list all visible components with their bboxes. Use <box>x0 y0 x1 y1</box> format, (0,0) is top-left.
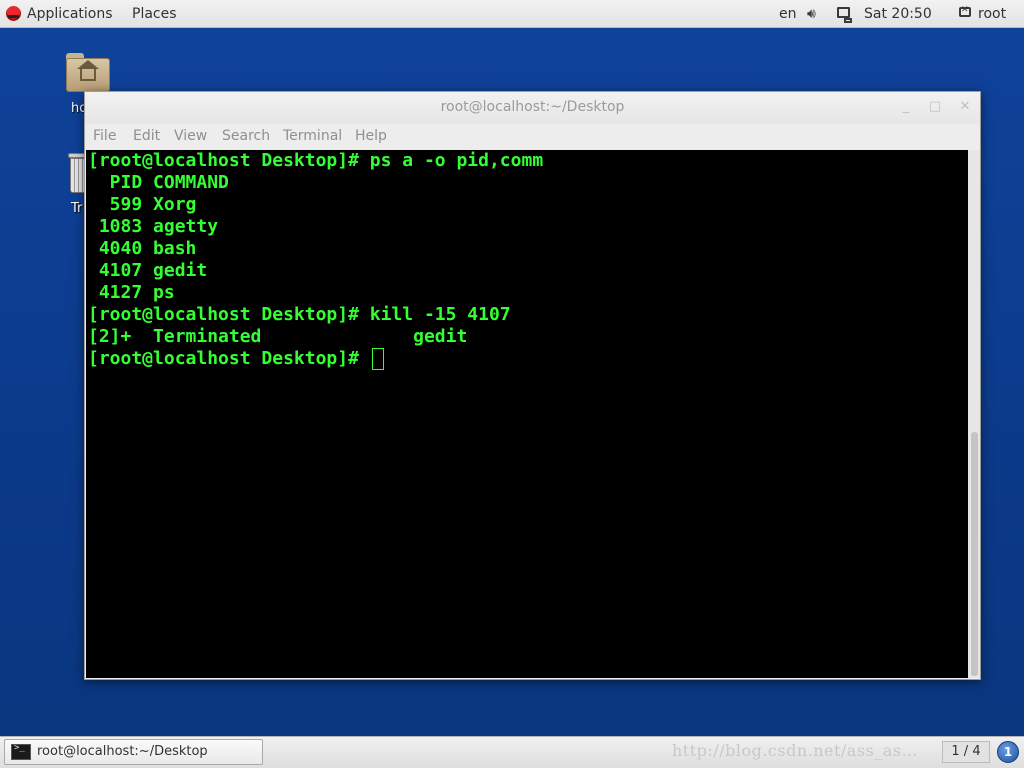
network-icon[interactable] <box>837 7 852 23</box>
close-icon[interactable]: ✕ <box>956 98 974 116</box>
terminal-line: PID COMMAND <box>88 172 229 193</box>
terminal-window[interactable]: root@localhost:~/Desktop _ □ ✕ File Edit… <box>84 91 981 680</box>
terminal-scrollbar[interactable] <box>968 150 980 678</box>
menu-edit[interactable]: Edit <box>133 128 160 144</box>
taskbar-window-button[interactable]: root@localhost:~/Desktop <box>4 739 263 765</box>
workspace-switcher[interactable]: 1 / 4 <box>942 741 990 763</box>
taskbar-window-label: root@localhost:~/Desktop <box>37 744 208 759</box>
maximize-icon[interactable]: □ <box>926 98 944 116</box>
menu-terminal[interactable]: Terminal <box>283 128 342 144</box>
terminal-line: 1083 agetty <box>88 216 219 237</box>
menu-help[interactable]: Help <box>355 128 387 144</box>
places-menu[interactable]: Places <box>132 5 177 23</box>
keyboard-layout-indicator[interactable]: en <box>779 5 797 23</box>
menu-search[interactable]: Search <box>222 128 270 144</box>
top-panel: Applications Places en 🔊︎ Sat 20:50 root <box>0 0 1024 28</box>
menu-file[interactable]: File <box>93 128 116 144</box>
applications-menu[interactable]: Applications <box>27 5 113 23</box>
terminal-line: 4107 gedit <box>88 260 208 281</box>
terminal-cursor <box>372 348 384 370</box>
terminal-line: 4127 ps <box>88 282 175 303</box>
user-menu[interactable]: root <box>978 5 1006 23</box>
terminal-prompt-line: [root@localhost Desktop]# <box>88 348 370 369</box>
terminal-line: [root@localhost Desktop]# kill -15 4107 <box>88 304 511 325</box>
clock[interactable]: Sat 20:50 <box>864 5 932 23</box>
notification-badge-icon[interactable]: 1 <box>997 741 1019 763</box>
user-menu-icon[interactable] <box>959 5 971 17</box>
volume-icon[interactable]: 🔊︎ <box>807 5 816 23</box>
terminal-app-icon <box>11 743 31 760</box>
terminal-line: 599 Xorg <box>88 194 197 215</box>
terminal-output[interactable]: [root@localhost Desktop]# ps a -o pid,co… <box>86 150 968 678</box>
watermark-text: http://blog.csdn.net/ass_as… <box>672 741 919 760</box>
trash-label[interactable]: Tr <box>71 201 82 216</box>
terminal-line: 4040 bash <box>88 238 197 259</box>
redhat-logo-icon[interactable] <box>6 6 21 21</box>
menu-view[interactable]: View <box>174 128 207 144</box>
menu-bar: File Edit View Search Terminal Help <box>85 124 980 150</box>
terminal-line: [2]+ Terminated gedit <box>88 326 468 347</box>
bottom-taskbar: root@localhost:~/Desktop http://blog.csd… <box>0 736 1024 768</box>
minimize-icon[interactable]: _ <box>897 98 915 116</box>
home-folder-icon[interactable] <box>66 53 110 93</box>
window-title: root@localhost:~/Desktop <box>440 99 625 115</box>
terminal-line: [root@localhost Desktop]# ps a -o pid,co… <box>88 150 544 171</box>
scrollbar-thumb[interactable] <box>971 432 978 676</box>
window-titlebar[interactable]: root@localhost:~/Desktop _ □ ✕ <box>85 92 980 124</box>
